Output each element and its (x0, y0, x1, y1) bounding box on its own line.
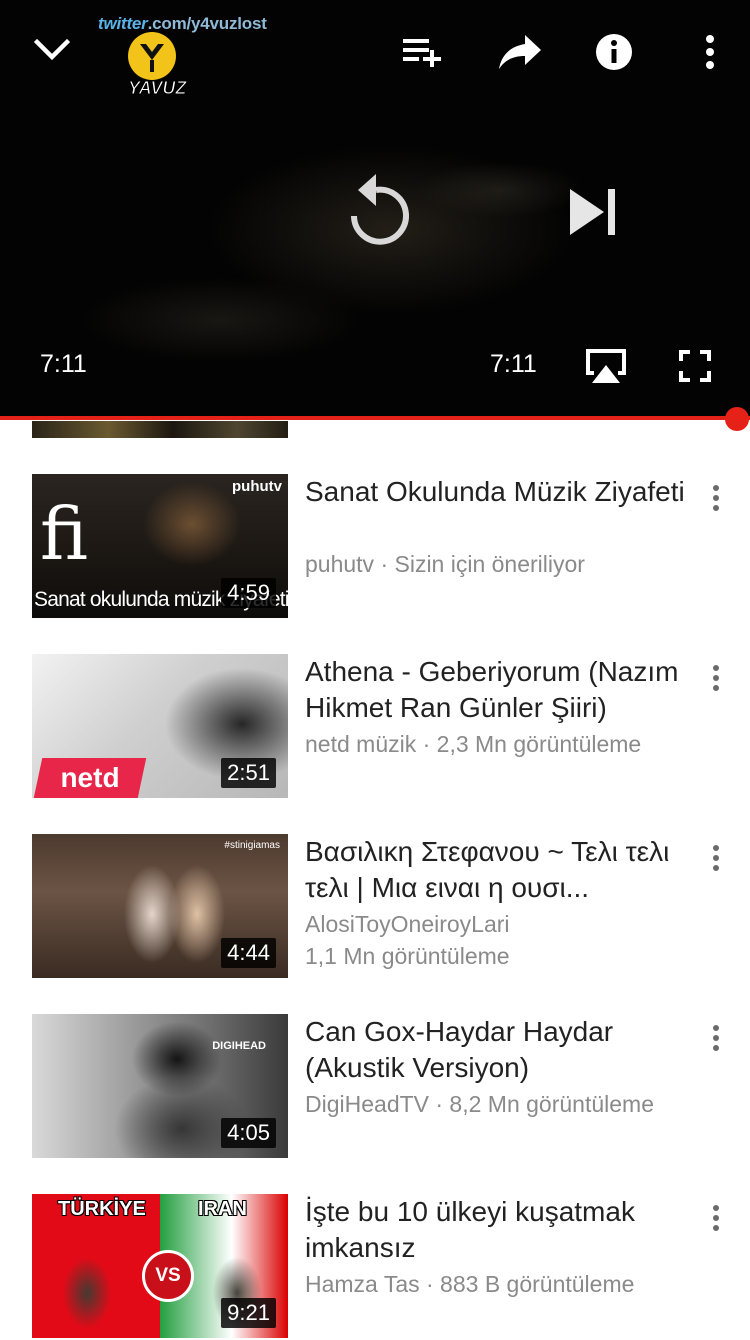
video-thumbnail[interactable]: #stinigiamas 4:44 (32, 834, 288, 978)
chevron-down-icon[interactable] (28, 28, 76, 72)
video-duration: 4:59 (221, 578, 276, 608)
video-duration: 4:44 (221, 938, 276, 968)
yavuz-logo: YAVUZ (126, 30, 200, 105)
list-item[interactable]: fi puhutv Sanat okulunda müzik ziyafeti … (0, 474, 750, 620)
airplay-icon[interactable] (582, 344, 630, 388)
video-duration: 2:51 (221, 758, 276, 788)
video-duration: 9:21 (221, 1298, 276, 1328)
soldier-figure-left (52, 1238, 122, 1338)
total-time: 7:11 (490, 350, 537, 378)
video-duration: 4:05 (221, 1118, 276, 1148)
video-meta: puhutv · Sizin için öneriliyor (305, 551, 585, 577)
thumbnail-label-left: TÜRKİYE (58, 1198, 146, 1220)
more-vertical-icon[interactable] (702, 842, 730, 878)
video-thumbnail[interactable]: netd 2:51 (32, 654, 288, 798)
video-views: 1,1 Mn görüntüleme (305, 943, 510, 969)
video-title[interactable]: Βασιλικη Στεφανου ~ Τελι τελι τελι | Μια… (305, 834, 700, 906)
svg-text:YAVUZ: YAVUZ (128, 78, 187, 98)
more-vertical-icon[interactable] (702, 1022, 730, 1058)
list-item[interactable]: DIGIHEAD 4:05 Can Gox-Haydar Haydar (Aku… (0, 1014, 750, 1160)
replay-icon[interactable] (336, 164, 416, 250)
netd-logo: netd (33, 758, 147, 798)
thumbnail-hashtag: #stinigiamas (224, 840, 280, 851)
list-item[interactable]: #stinigiamas 4:44 Βασιλικη Στεφανου ~ Τε… (0, 834, 750, 980)
video-meta: netd müzik · 2,3 Mn görüntüleme (305, 731, 642, 757)
current-time: 7:11 (40, 350, 87, 378)
video-title[interactable]: İşte bu 10 ülkeyi kuşatmak imkansız (305, 1194, 700, 1266)
video-thumbnail[interactable]: DIGIHEAD 4:05 (32, 1014, 288, 1158)
progress-bar[interactable] (0, 416, 750, 420)
digihead-logo: DIGIHEAD (212, 1040, 266, 1052)
list-item[interactable]: TÜRKİYE IRAN VS 9:21 İşte bu 10 ülkeyi k… (0, 1194, 750, 1340)
versus-badge: VS (142, 1250, 194, 1302)
video-title[interactable]: Sanat Okulunda Müzik Ziyafeti (305, 474, 700, 510)
share-icon[interactable] (494, 28, 546, 76)
puhutv-logo: puhutv (232, 478, 282, 495)
video-thumbnail[interactable]: TÜRKİYE IRAN VS 9:21 (32, 1194, 288, 1338)
thumbnail-label-right: IRAN (198, 1198, 247, 1220)
video-meta: Hamza Tas · 883 B görüntüleme (305, 1271, 635, 1297)
video-player[interactable]: twitter.com/y4vuzlost YAVUZ 7:11 7:11 (0, 0, 750, 418)
progress-scrubber[interactable] (725, 407, 749, 431)
thumbnail-logo-initials: fi (40, 492, 89, 576)
info-icon[interactable] (592, 30, 636, 74)
more-vertical-icon[interactable] (702, 662, 730, 698)
playlist-add-icon[interactable] (396, 30, 448, 74)
more-vertical-icon[interactable] (694, 30, 726, 74)
previous-video-thumbnail[interactable] (32, 421, 288, 438)
video-title[interactable]: Athena - Geberiyorum (Nazım Hikmet Ran G… (305, 654, 700, 726)
video-meta: DigiHeadTV · 8,2 Mn görüntüleme (305, 1091, 654, 1117)
list-item[interactable]: netd 2:51 Athena - Geberiyorum (Nazım Hi… (0, 654, 750, 800)
more-vertical-icon[interactable] (702, 1202, 730, 1238)
more-vertical-icon[interactable] (702, 482, 730, 518)
video-title[interactable]: Can Gox-Haydar Haydar (Akustik Versiyon) (305, 1014, 700, 1086)
skip-next-icon[interactable] (562, 184, 622, 240)
fullscreen-icon[interactable] (676, 348, 714, 384)
video-thumbnail[interactable]: fi puhutv Sanat okulunda müzik ziyafeti … (32, 474, 288, 618)
video-channel: AlosiToyOneiroyLari (305, 911, 510, 937)
